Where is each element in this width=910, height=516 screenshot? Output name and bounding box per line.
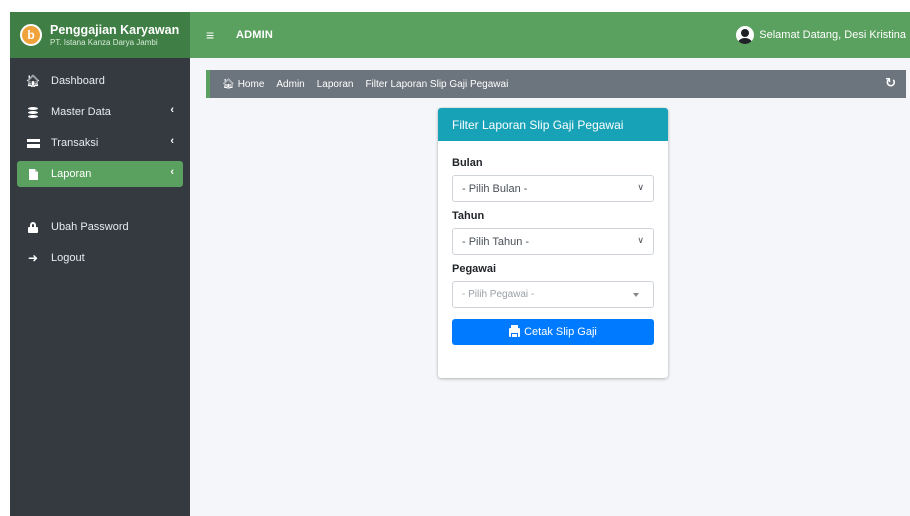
user-greeting: Selamat Datang, Desi Kristina	[759, 29, 906, 41]
sidebar-item-label: Laporan	[51, 168, 92, 180]
caret-down-icon	[633, 293, 639, 297]
user-menu[interactable]: Selamat Datang, Desi Kristina	[736, 12, 906, 58]
bulan-label: Bulan	[452, 157, 483, 169]
bulan-select-value: - Pilih Bulan -	[462, 182, 528, 195]
breadcrumb-laporan[interactable]: Laporan	[317, 79, 354, 90]
home-icon: 🏠︎	[222, 78, 235, 90]
sidebar-item-master-data[interactable]: Master Data ‹	[17, 99, 183, 125]
sidebar-item-laporan[interactable]: Laporan ‹	[17, 161, 183, 187]
brand[interactable]: b Penggajian Karyawan PT. Istana Kanza D…	[10, 12, 190, 58]
hamburger-icon[interactable]: ≡	[206, 27, 218, 43]
sidebar-item-label: Ubah Password	[51, 221, 129, 233]
brand-text: Penggajian Karyawan PT. Istana Kanza Dar…	[50, 23, 179, 48]
credit-card-icon	[25, 138, 41, 148]
sidebar-item-label: Master Data	[51, 106, 111, 118]
user-circle-icon	[736, 26, 755, 44]
brand-title: Penggajian Karyawan	[50, 22, 180, 37]
sign-out-icon: ➜	[27, 251, 39, 265]
database-icon	[25, 106, 41, 118]
chevron-left-icon: ‹	[170, 135, 174, 147]
breadcrumb-admin[interactable]: Admin	[276, 79, 304, 90]
brand-logo: b	[20, 24, 42, 46]
chevron-left-icon: ‹	[170, 104, 174, 116]
breadcrumb-current: Filter Laporan Slip Gaji Pegawai	[365, 78, 509, 90]
navbar-title: ADMIN	[236, 29, 274, 41]
home-icon: 🏠︎	[25, 74, 41, 88]
bulan-select[interactable]: - Pilih Bulan - ∨	[452, 175, 654, 202]
main-content: 🏠︎ Home Admin Laporan Filter Laporan Slip…	[190, 58, 910, 516]
refresh-icon[interactable]: ↻	[885, 75, 896, 91]
sidebar-item-logout[interactable]: ➜ Logout	[17, 245, 183, 271]
top-navbar: ≡ ADMIN Selamat Datang, Desi Kristina	[190, 12, 910, 58]
filter-form: Bulan - Pilih Bulan - ∨ Tahun - Pilih Ta…	[438, 141, 668, 345]
card-title: Filter Laporan Slip Gaji Pegawai	[438, 108, 668, 141]
pegawai-label: Pegawai	[452, 263, 497, 275]
tahun-select[interactable]: - Pilih Tahun - ∨	[452, 228, 654, 255]
sidebar-item-transaksi[interactable]: Transaksi ‹	[17, 130, 183, 156]
chevron-left-icon: ‹	[170, 166, 174, 178]
sidebar-item-label: Transaksi	[51, 137, 99, 149]
chevron-down-icon: ∨	[637, 182, 644, 192]
sidebar-item-ubah-password[interactable]: Ubah Password	[17, 214, 183, 240]
breadcrumb-home[interactable]: 🏠︎ Home	[222, 79, 264, 90]
print-icon	[509, 324, 521, 338]
filter-card: Filter Laporan Slip Gaji Pegawai Bulan -…	[438, 108, 668, 378]
file-icon	[25, 168, 41, 180]
sidebar-item-label: Logout	[51, 252, 85, 264]
cetak-slip-gaji-button[interactable]: Cetak Slip Gaji	[452, 319, 654, 345]
pegawai-select[interactable]: - Pilih Pegawai -	[452, 281, 654, 308]
lock-icon	[25, 221, 41, 233]
sidebar-item-dashboard[interactable]: 🏠︎ Dashboard	[17, 68, 183, 94]
tahun-select-value: - Pilih Tahun -	[462, 235, 530, 248]
tahun-label: Tahun	[452, 210, 485, 222]
brand-subtitle: PT. Istana Kanza Darya Jambi	[50, 37, 158, 47]
chevron-down-icon: ∨	[637, 235, 644, 245]
breadcrumb: 🏠︎ Home Admin Laporan Filter Laporan Slip…	[206, 70, 906, 98]
pegawai-select-value: - Pilih Pegawai -	[462, 289, 535, 300]
button-label: Cetak Slip Gaji	[524, 326, 597, 338]
sidebar: 🏠︎ Dashboard Master Data ‹ Transaksi ‹ L…	[10, 58, 190, 516]
sidebar-item-label: Dashboard	[51, 75, 105, 87]
